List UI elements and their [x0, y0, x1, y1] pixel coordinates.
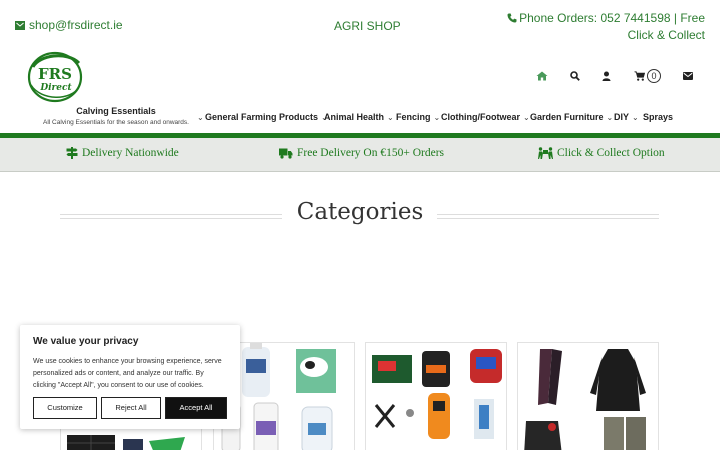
- nav-item-general-farming[interactable]: General Farming Products ⌄: [205, 112, 328, 122]
- accept-all-button[interactable]: Accept All: [165, 397, 227, 419]
- nav-item-garden-furniture[interactable]: Garden Furniture ⌄: [530, 112, 613, 122]
- feature-label: Delivery Nationwide: [82, 147, 179, 159]
- feature-delivery-nationwide: Delivery Nationwide: [66, 147, 179, 159]
- signpost-icon: [66, 147, 78, 159]
- cookie-consent-dialog: We value your privacy We use cookies to …: [20, 325, 240, 429]
- top-bar: shop@frsdirect.ie AGRI SHOP Phone Orders…: [0, 0, 720, 48]
- feature-click-collect: Click & Collect Option: [538, 147, 665, 159]
- envelope-icon: [15, 20, 25, 30]
- category-thumbnail: [372, 349, 502, 439]
- nav-item-fencing[interactable]: Fencing ⌄: [396, 112, 440, 122]
- feature-band: Delivery Nationwide Free Delivery On €15…: [0, 138, 720, 172]
- calving-subtitle: All Calving Essentials for the season an…: [43, 119, 189, 126]
- cookie-buttons: Customize Reject All Accept All: [33, 397, 227, 419]
- categories-heading-wrap: Categories: [0, 199, 720, 225]
- chevron-down-icon: ⌄: [197, 113, 204, 122]
- calving-title[interactable]: Calving Essentials: [40, 106, 192, 116]
- chevron-down-icon: ⌄: [606, 113, 614, 122]
- category-thumbnail: [524, 349, 646, 450]
- customize-button[interactable]: Customize: [33, 397, 97, 419]
- logo-graphic: FRS Direct: [27, 51, 83, 103]
- cart-button[interactable]: 0: [634, 68, 661, 84]
- email-text[interactable]: shop@frsdirect.ie: [29, 18, 123, 32]
- email-link[interactable]: shop@frsdirect.ie: [15, 18, 123, 32]
- category-card-fencing[interactable]: [365, 342, 507, 450]
- phone-text: Phone Orders: 052 7441598 | Free Click &…: [519, 11, 705, 42]
- chevron-down-icon: ⌄: [387, 113, 394, 122]
- home-icon[interactable]: [536, 68, 548, 84]
- cart-icon: [634, 71, 645, 81]
- nav-item-diy[interactable]: DIY ⌄: [614, 112, 639, 122]
- frs-direct-logo[interactable]: FRS Direct: [27, 51, 85, 103]
- cookie-body: We use cookies to enhance your browsing …: [33, 358, 222, 389]
- nav-item-sprays[interactable]: Sprays: [643, 112, 673, 122]
- nav-label: General Farming Products: [205, 112, 319, 122]
- people-carry-icon: [538, 147, 553, 159]
- nav-item-animal-health[interactable]: Animal Health ⌄: [324, 112, 394, 122]
- nav-label: DIY: [614, 112, 630, 122]
- feature-free-delivery: Free Delivery On €150+ Orders: [279, 147, 444, 159]
- search-icon[interactable]: [570, 68, 580, 84]
- chevron-down-icon: ⌄: [523, 113, 530, 122]
- nav-item-clothing-footwear[interactable]: Clothing/Footwear ⌄: [441, 112, 530, 122]
- chevron-down-icon: ⌄: [433, 113, 441, 122]
- phone-icon: [507, 13, 517, 23]
- truck-icon: [279, 148, 293, 159]
- logo-text-frs: FRS: [38, 65, 72, 83]
- header-icons: 0: [530, 68, 700, 84]
- cookie-title: We value your privacy: [33, 336, 139, 347]
- envelope-icon[interactable]: [683, 68, 693, 84]
- chevron-down-icon: ⌄: [632, 113, 639, 122]
- phone-orders: Phone Orders: 052 7441598 | Free Click &…: [490, 10, 705, 44]
- nav-label: Animal Health: [324, 112, 385, 122]
- agri-shop-label: AGRI SHOP: [334, 19, 401, 33]
- nav-label: Fencing: [396, 112, 431, 122]
- nav-chevron-calving[interactable]: ⌄: [194, 112, 204, 122]
- nav-label: Garden Furniture: [530, 112, 604, 122]
- feature-label: Click & Collect Option: [557, 147, 665, 159]
- reject-all-button[interactable]: Reject All: [101, 397, 161, 419]
- nav-item-calving-essentials[interactable]: Calving Essentials All Calving Essential…: [40, 106, 192, 126]
- categories-heading: Categories: [282, 199, 438, 225]
- nav-label: Clothing/Footwear: [441, 112, 520, 122]
- category-card-clothing[interactable]: [517, 342, 659, 450]
- main-nav: Calving Essentials All Calving Essential…: [0, 106, 720, 134]
- cart-count-badge: 0: [647, 69, 661, 83]
- logo-text-direct: Direct: [39, 83, 72, 93]
- user-icon[interactable]: [602, 68, 611, 84]
- feature-label: Free Delivery On €150+ Orders: [297, 147, 445, 159]
- nav-label: Sprays: [643, 112, 674, 122]
